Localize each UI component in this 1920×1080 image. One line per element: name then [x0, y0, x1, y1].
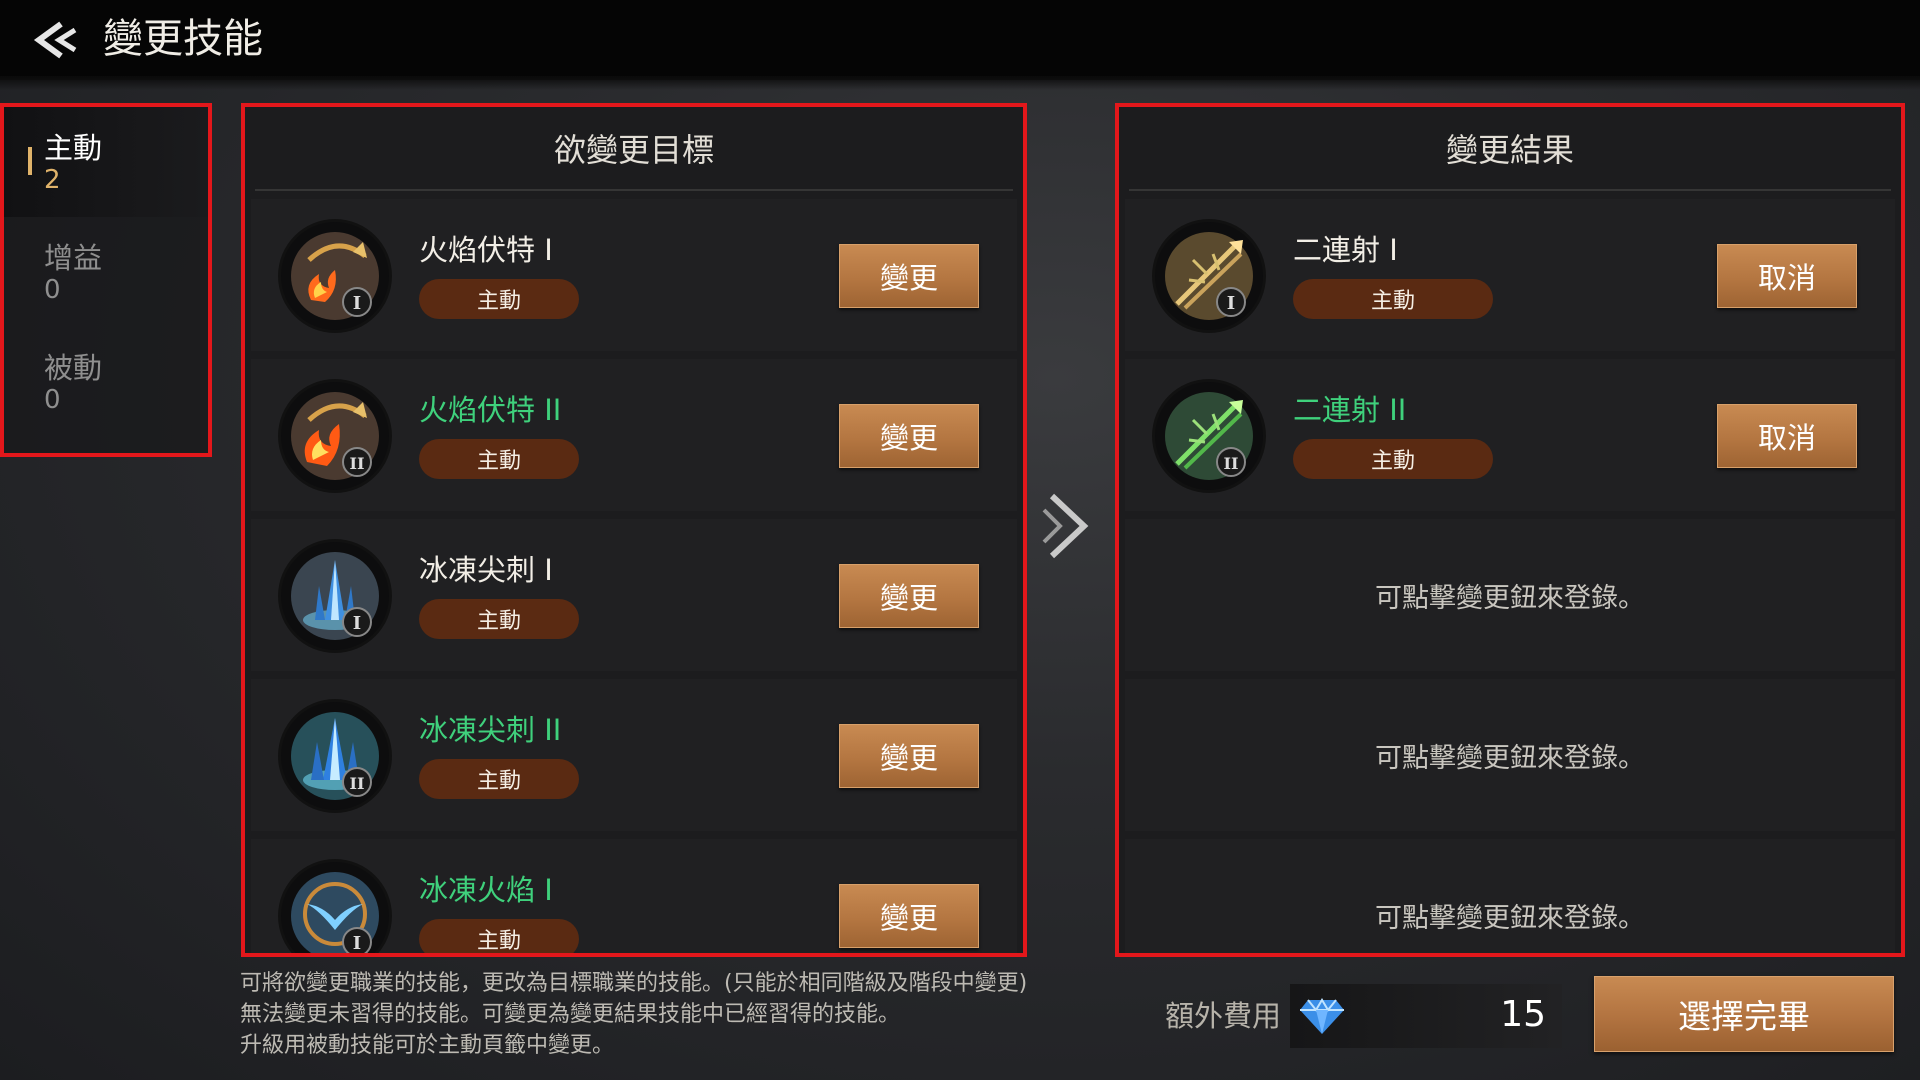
skill-row: I 冰凍尖刺 I 主動 變更 — [251, 519, 1017, 671]
chevron-right-icon — [1042, 493, 1089, 559]
skill-row: II 冰凍尖刺 II 主動 變更 — [251, 679, 1017, 831]
tab-count: 2 — [44, 165, 61, 195]
page-title: 變更技能 — [103, 16, 263, 62]
skill-type-badge: 主動 — [419, 439, 579, 479]
svg-text:I: I — [353, 613, 361, 634]
tab-count: 0 — [44, 275, 61, 305]
double-shot-icon: II — [1155, 382, 1263, 490]
source-skill-panel: 欲變更目標 I 火焰伏特 I 主動 變更 II 火焰伏特 II 主動 變更 I … — [241, 103, 1027, 957]
result-skill-row: I 二連射 I 主動 取消 — [1125, 199, 1895, 351]
change-button[interactable]: 變更 — [839, 244, 979, 308]
back-button[interactable] — [24, 12, 88, 68]
skill-type-badge: 主動 — [419, 599, 579, 639]
skill-type-badge: 主動 — [419, 279, 579, 319]
svg-text:I: I — [353, 293, 361, 314]
help-notes: 可將欲變更職業的技能，更改為目標職業的技能。(只能於相同階級及階段中變更) 無法… — [240, 968, 1180, 1061]
frost-flame-icon: I — [281, 862, 389, 954]
double-shot-icon: I — [1155, 222, 1263, 330]
tab-active[interactable]: 主動 2 — [4, 107, 208, 217]
skill-type-badge: 主動 — [419, 919, 579, 953]
back-arrow-icon — [33, 21, 77, 59]
fire-bow-icon: I — [281, 222, 389, 330]
tab-buff[interactable]: 增益 0 — [4, 217, 208, 327]
change-button[interactable]: 變更 — [839, 724, 979, 788]
skill-type-badge: 主動 — [419, 759, 579, 799]
extra-cost-value: 15 — [1500, 994, 1546, 1035]
skill-row: I 火焰伏特 I 主動 變更 — [251, 199, 1017, 351]
skill-name: 火焰伏特 I — [419, 233, 553, 267]
extra-cost-box: 15 — [1290, 984, 1562, 1048]
skill-row: II 火焰伏特 II 主動 變更 — [251, 359, 1017, 511]
help-note-line: 可將欲變更職業的技能，更改為目標職業的技能。(只能於相同階級及階段中變更) — [240, 971, 1028, 996]
tab-label: 被動 — [44, 351, 103, 385]
diamond-icon — [1300, 998, 1344, 1034]
change-button[interactable]: 變更 — [839, 404, 979, 468]
svg-text:II: II — [350, 774, 365, 793]
skill-type-badge: 主動 — [1293, 439, 1493, 479]
extra-cost-label: 額外費用 — [1165, 999, 1282, 1033]
svg-text:II: II — [350, 454, 365, 473]
skill-name: 冰凍尖刺 I — [419, 553, 553, 587]
active-tab-marker — [28, 147, 32, 175]
empty-result-slot: 可點擊變更鈕來登錄。 — [1125, 519, 1895, 671]
fire-bow-icon: II — [281, 382, 389, 490]
help-note-line: 無法變更未習得的技能。可變更為變更結果技能中已經習得的技能。 — [240, 1002, 901, 1027]
result-skill-row: II 二連射 II 主動 取消 — [1125, 359, 1895, 511]
tab-passive[interactable]: 被動 0 — [4, 327, 208, 437]
skill-name: 二連射 II — [1293, 393, 1407, 427]
svg-text:I: I — [353, 933, 361, 954]
result-panel-title: 變更結果 — [1129, 107, 1891, 191]
skill-row: I 冰凍火焰 I 主動 變更 — [251, 839, 1017, 954]
empty-result-slot: 可點擊變更鈕來登錄。 — [1125, 839, 1895, 953]
top-bar: 變更技能 — [0, 0, 1920, 90]
svg-text:II: II — [1224, 454, 1239, 473]
tab-count: 0 — [44, 385, 61, 415]
empty-result-slot: 可點擊變更鈕來登錄。 — [1125, 679, 1895, 831]
skill-name: 冰凍火焰 I — [419, 873, 553, 907]
cancel-button[interactable]: 取消 — [1717, 404, 1857, 468]
tab-label: 增益 — [44, 241, 103, 275]
tab-label: 主動 — [44, 131, 103, 165]
cancel-button[interactable]: 取消 — [1717, 244, 1857, 308]
skill-name: 二連射 I — [1293, 233, 1398, 267]
skill-name: 火焰伏特 II — [419, 393, 562, 427]
change-button[interactable]: 變更 — [839, 564, 979, 628]
skill-type-badge: 主動 — [1293, 279, 1493, 319]
svg-text:I: I — [1227, 293, 1235, 314]
help-note-line: 升級用被動技能可於主動頁籤中變更。 — [240, 1033, 615, 1058]
skill-category-tabs: 主動 2 增益 0 被動 0 — [0, 103, 212, 457]
change-button[interactable]: 變更 — [839, 884, 979, 948]
ice-spike-icon: I — [281, 542, 389, 650]
skill-name: 冰凍尖刺 II — [419, 713, 562, 747]
result-skill-panel: 變更結果 I 二連射 I 主動 取消 II 二連射 II 主動 取消 可點擊變更… — [1115, 103, 1905, 957]
source-panel-title: 欲變更目標 — [255, 107, 1013, 191]
ice-spike-icon: II — [281, 702, 389, 810]
confirm-selection-button[interactable]: 選擇完畢 — [1594, 976, 1894, 1052]
